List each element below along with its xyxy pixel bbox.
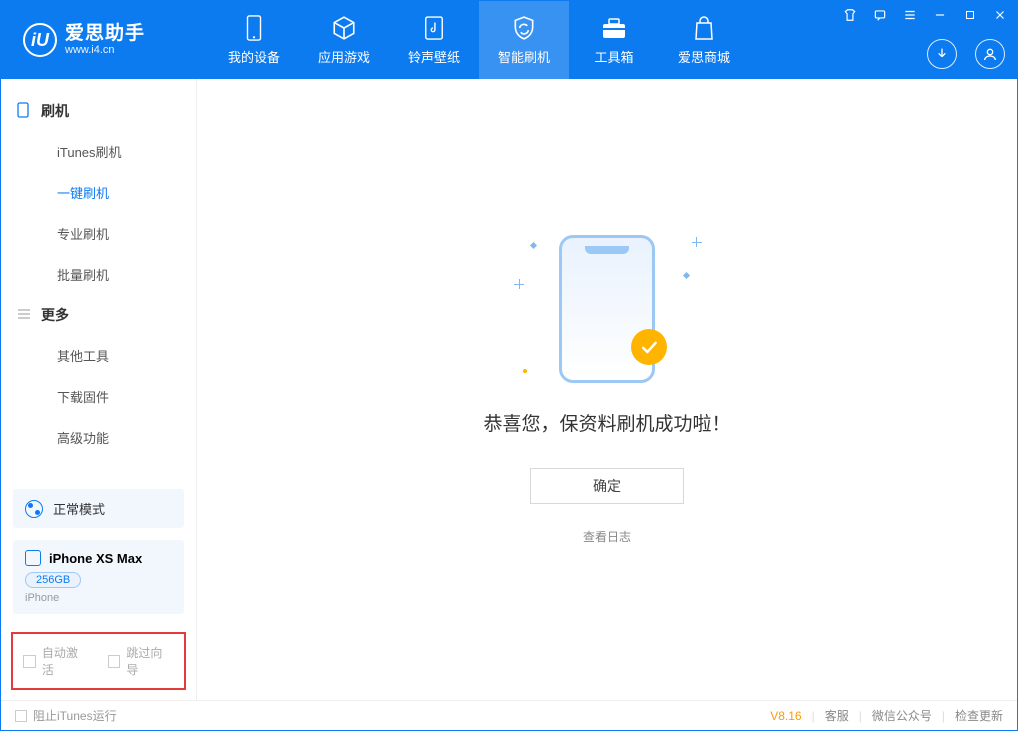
brand-name: 爱思助手 xyxy=(65,24,145,45)
checkbox-icon xyxy=(108,655,121,668)
checkbox-label: 阻止iTunes运行 xyxy=(33,707,117,724)
nav-label: 应用游戏 xyxy=(318,47,370,66)
checkbox-label: 跳过向导 xyxy=(126,644,174,678)
link-wechat[interactable]: 微信公众号 xyxy=(872,707,932,724)
device-mode-box[interactable]: 正常模式 xyxy=(13,489,184,528)
sparkle-icon xyxy=(530,241,537,248)
sparkle-icon xyxy=(523,369,527,373)
link-customer-service[interactable]: 客服 xyxy=(825,707,849,724)
tshirt-icon[interactable] xyxy=(839,5,861,25)
device-capacity: 256GB xyxy=(25,572,81,588)
nav-store[interactable]: 爱思商城 xyxy=(659,1,749,79)
status-bar: 阻止iTunes运行 V8.16 | 客服 | 微信公众号 | 检查更新 xyxy=(1,700,1017,730)
maximize-button[interactable] xyxy=(959,5,981,25)
sparkle-icon xyxy=(514,284,524,285)
bag-icon xyxy=(691,15,717,41)
view-log-link[interactable]: 查看日志 xyxy=(583,528,631,545)
sidebar: 刷机 iTunes刷机 一键刷机 专业刷机 批量刷机 更多 其他工具 下载固件 … xyxy=(1,79,197,700)
success-message: 恭喜您，保资料刷机成功啦！ xyxy=(483,409,730,436)
link-check-update[interactable]: 检查更新 xyxy=(955,707,1003,724)
list-icon xyxy=(17,307,31,323)
checkbox-skip-wizard[interactable]: 跳过向导 xyxy=(108,644,175,678)
nav-my-device[interactable]: 我的设备 xyxy=(209,1,299,79)
version-label: V8.16 xyxy=(770,709,801,723)
nav-label: 我的设备 xyxy=(228,47,280,66)
sidebar-item-advanced[interactable]: 高级功能 xyxy=(1,417,196,458)
mode-label: 正常模式 xyxy=(53,499,105,518)
user-icon[interactable] xyxy=(975,39,1005,69)
nav-label: 铃声壁纸 xyxy=(408,47,460,66)
logo-icon: iU xyxy=(23,23,57,57)
download-icon[interactable] xyxy=(927,39,957,69)
window-controls-row1 xyxy=(839,5,1011,25)
window-controls-row2 xyxy=(927,39,1005,69)
sidebar-group-more: 更多 xyxy=(1,295,196,335)
brand-site: www.i4.cn xyxy=(65,44,145,56)
logo: iU 爱思助手 www.i4.cn xyxy=(9,23,209,57)
app-body: 刷机 iTunes刷机 一键刷机 专业刷机 批量刷机 更多 其他工具 下载固件 … xyxy=(1,79,1017,700)
nav-apps[interactable]: 应用游戏 xyxy=(299,1,389,79)
nav-label: 工具箱 xyxy=(594,47,633,66)
checkbox-icon xyxy=(15,710,27,722)
top-nav: 我的设备 应用游戏 铃声壁纸 智能刷机 工具箱 爱思商城 xyxy=(209,1,749,79)
sidebar-item-download-firmware[interactable]: 下载固件 xyxy=(1,376,196,417)
checkbox-block-itunes[interactable]: 阻止iTunes运行 xyxy=(15,707,117,724)
sidebar-item-batch-flash[interactable]: 批量刷机 xyxy=(1,254,196,295)
close-button[interactable] xyxy=(989,5,1011,25)
sidebar-item-pro-flash[interactable]: 专业刷机 xyxy=(1,213,196,254)
sidebar-item-oneclick-flash[interactable]: 一键刷机 xyxy=(1,172,196,213)
device-box[interactable]: iPhone XS Max 256GB iPhone xyxy=(13,540,184,614)
cube-icon xyxy=(331,15,357,41)
music-file-icon xyxy=(421,15,447,41)
nav-toolbox[interactable]: 工具箱 xyxy=(569,1,659,79)
sidebar-item-itunes-flash[interactable]: iTunes刷机 xyxy=(1,131,196,172)
app-window: iU 爱思助手 www.i4.cn 我的设备 应用游戏 铃声壁纸 智能刷机 xyxy=(0,0,1018,731)
sparkle-icon xyxy=(683,271,690,278)
device-icon xyxy=(25,550,41,566)
checkbox-auto-activate[interactable]: 自动激活 xyxy=(23,644,90,678)
main-content: 恭喜您，保资料刷机成功啦！ 确定 查看日志 xyxy=(197,79,1017,700)
nav-label: 智能刷机 xyxy=(498,47,550,66)
bottom-options-highlight: 自动激活 跳过向导 xyxy=(11,632,186,690)
sidebar-group-flash: 刷机 xyxy=(1,91,196,131)
nav-ringtones[interactable]: 铃声壁纸 xyxy=(389,1,479,79)
checkbox-label: 自动激活 xyxy=(42,644,90,678)
check-badge-icon xyxy=(631,329,667,365)
ok-button[interactable]: 确定 xyxy=(530,468,684,504)
group-title: 刷机 xyxy=(41,101,69,121)
minimize-button[interactable] xyxy=(929,5,951,25)
toolbox-icon xyxy=(601,15,627,41)
phone-icon xyxy=(241,15,267,41)
nav-flash[interactable]: 智能刷机 xyxy=(479,1,569,79)
group-title: 更多 xyxy=(41,305,69,325)
checkbox-icon xyxy=(23,655,36,668)
feedback-icon[interactable] xyxy=(869,5,891,25)
phone-small-icon xyxy=(17,102,31,121)
success-illustration xyxy=(559,235,655,383)
device-type: iPhone xyxy=(25,592,172,604)
shield-refresh-icon xyxy=(511,15,537,41)
device-name: iPhone XS Max xyxy=(49,551,142,566)
sparkle-icon xyxy=(692,242,702,243)
sidebar-item-other-tools[interactable]: 其他工具 xyxy=(1,335,196,376)
mode-icon xyxy=(25,500,43,518)
nav-label: 爱思商城 xyxy=(678,47,730,66)
menu-icon[interactable] xyxy=(899,5,921,25)
